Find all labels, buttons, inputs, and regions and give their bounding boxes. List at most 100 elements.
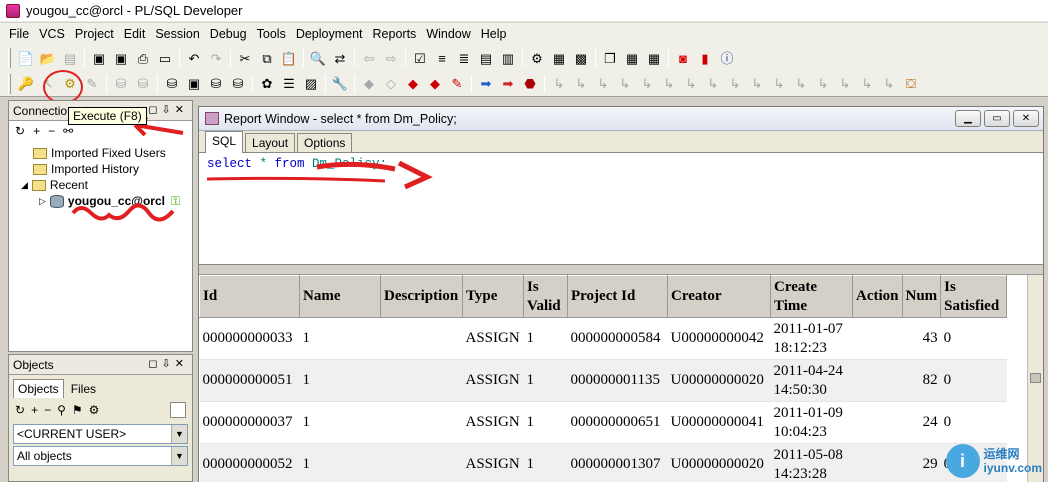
cell[interactable]: ASSIGN	[462, 317, 524, 360]
pointer-icon[interactable]: ↖	[37, 73, 59, 95]
menu-vcs[interactable]: VCS	[34, 24, 70, 44]
cell[interactable]: ASSIGN	[462, 443, 524, 482]
cell[interactable]: 0	[940, 359, 1007, 402]
tile-icon[interactable]: ▦	[621, 47, 643, 69]
connect-icon[interactable]: ⚯	[63, 124, 73, 138]
col-header[interactable]: Action	[852, 275, 903, 318]
explain-icon[interactable]: ▨	[300, 73, 322, 95]
menu-file[interactable]: File	[4, 24, 34, 44]
toolbar-grip[interactable]	[8, 48, 11, 68]
menu-help[interactable]: Help	[476, 24, 512, 44]
add-icon[interactable]: +	[31, 403, 38, 417]
find-icon[interactable]: ⚲	[57, 403, 66, 417]
sql-editor[interactable]: select * from Dm_Policy;	[199, 153, 1043, 265]
open-icon[interactable]: 📂	[37, 47, 59, 69]
cell[interactable]: 000000000051	[199, 359, 300, 402]
debug-step-out-icon[interactable]: ↳	[614, 73, 636, 95]
cell[interactable]	[852, 443, 902, 482]
brush-icon[interactable]: ✎	[446, 73, 468, 95]
stop-icon[interactable]: ⬣	[519, 73, 541, 95]
menu-deployment[interactable]: Deployment	[291, 24, 368, 44]
cell[interactable]: 2011-01-07 18:12:23	[770, 317, 853, 360]
db-session-icon[interactable]: ⛁	[161, 73, 183, 95]
cell[interactable]: 1	[299, 317, 381, 360]
cell[interactable]: 000000001135	[567, 359, 668, 402]
debug-output-icon[interactable]: ↳	[768, 73, 790, 95]
toolbar-grip[interactable]	[8, 73, 11, 94]
pdf-icon[interactable]: ▮	[694, 47, 716, 69]
debug-step-into-icon[interactable]: ↳	[570, 73, 592, 95]
chevron-down-icon[interactable]: ▼	[171, 425, 187, 443]
save-all-icon[interactable]: ▣	[110, 47, 132, 69]
cell[interactable]	[380, 443, 463, 482]
close-file-icon[interactable]: ▭	[154, 47, 176, 69]
cell[interactable]: 82	[902, 359, 941, 402]
col-header[interactable]: Project Id	[567, 275, 668, 318]
undo-icon[interactable]: ↶	[183, 47, 205, 69]
lock-icon[interactable]: ⛋	[900, 73, 922, 95]
back-icon[interactable]: ⇦	[358, 47, 380, 69]
replace-icon[interactable]: ⇄	[329, 47, 351, 69]
grid-icon[interactable]: ▦	[643, 47, 665, 69]
cell[interactable]: 000000000584	[567, 317, 668, 360]
cell[interactable]	[380, 359, 463, 402]
paste-icon[interactable]: 📋	[278, 47, 300, 69]
options-checkbox[interactable]	[170, 402, 186, 418]
debug-step-over-icon[interactable]: ↳	[592, 73, 614, 95]
beautify-icon[interactable]: ✿	[256, 73, 278, 95]
collapse-icon[interactable]: ▷	[39, 196, 46, 207]
cell[interactable]: 0	[940, 317, 1007, 360]
print-preview-icon[interactable]: ▤	[59, 47, 81, 69]
cell[interactable]: 2011-01-09 10:04:23	[770, 401, 853, 444]
add-icon[interactable]: +	[33, 124, 40, 138]
cell[interactable]	[852, 317, 902, 360]
cell[interactable]: U00000000041	[667, 401, 771, 444]
cell[interactable]: ASSIGN	[462, 401, 524, 444]
cell[interactable]: 43	[902, 317, 941, 360]
minimize-button[interactable]: ▁	[955, 110, 981, 127]
cell[interactable]: 000000001307	[567, 443, 668, 482]
user-select[interactable]: <CURRENT USER> ▼	[13, 424, 188, 444]
uppercase-icon[interactable]: ▤	[475, 47, 497, 69]
debug-exc-icon[interactable]: ↳	[658, 73, 680, 95]
cell[interactable]: 000000000037	[199, 401, 300, 444]
clear-icon[interactable]: ◇	[380, 73, 402, 95]
sql-window-icon[interactable]: ▣	[183, 73, 205, 95]
menu-reports[interactable]: Reports	[368, 24, 422, 44]
db-red-icon[interactable]: ⛁	[227, 73, 249, 95]
col-header[interactable]: Description	[380, 275, 463, 318]
remove-icon[interactable]: −	[48, 124, 55, 138]
cell[interactable]: 0	[940, 401, 1007, 444]
test-icon[interactable]: ▦	[548, 47, 570, 69]
expand-icon[interactable]: ◢	[21, 180, 28, 191]
tab-objects[interactable]: Objects	[13, 379, 64, 398]
cell[interactable]	[852, 401, 902, 444]
oracle-icon[interactable]: ◙	[672, 47, 694, 69]
execute-icon[interactable]: ⚙	[59, 73, 81, 95]
vertical-scrollbar[interactable]	[1027, 275, 1043, 482]
cell[interactable]: 2011-05-08 14:23:28	[770, 443, 853, 482]
forward-icon[interactable]: ⇨	[380, 47, 402, 69]
cell[interactable]: U00000000042	[667, 317, 771, 360]
editor-result-splitter[interactable]	[199, 265, 1043, 275]
refresh-icon[interactable]: ↻	[15, 124, 25, 138]
compile-icon[interactable]: ⚙	[526, 47, 548, 69]
cell[interactable]: 0	[940, 443, 1007, 482]
cell[interactable]: 000000000033	[199, 317, 300, 360]
break-icon[interactable]: ✎	[81, 73, 103, 95]
scrollbar-thumb[interactable]	[1030, 373, 1041, 383]
col-header[interactable]: Num	[901, 275, 942, 318]
print-icon[interactable]: ⎙	[132, 47, 154, 69]
close-button[interactable]: ✕	[1013, 110, 1039, 127]
maximize-button[interactable]: ▭	[984, 110, 1010, 127]
cell[interactable]: U00000000020	[667, 359, 771, 402]
col-header[interactable]: Type	[462, 275, 524, 318]
menu-debug[interactable]: Debug	[205, 24, 252, 44]
cell[interactable]: 000000000651	[567, 401, 668, 444]
lowercase-icon[interactable]: ▥	[497, 47, 519, 69]
refresh-icon[interactable]: ↻	[15, 403, 25, 417]
debug-profile-icon[interactable]: ↳	[812, 73, 834, 95]
eraser-icon[interactable]: ◆	[358, 73, 380, 95]
cell[interactable]: 1	[523, 443, 568, 482]
cell[interactable]: 000000000052	[199, 443, 300, 482]
